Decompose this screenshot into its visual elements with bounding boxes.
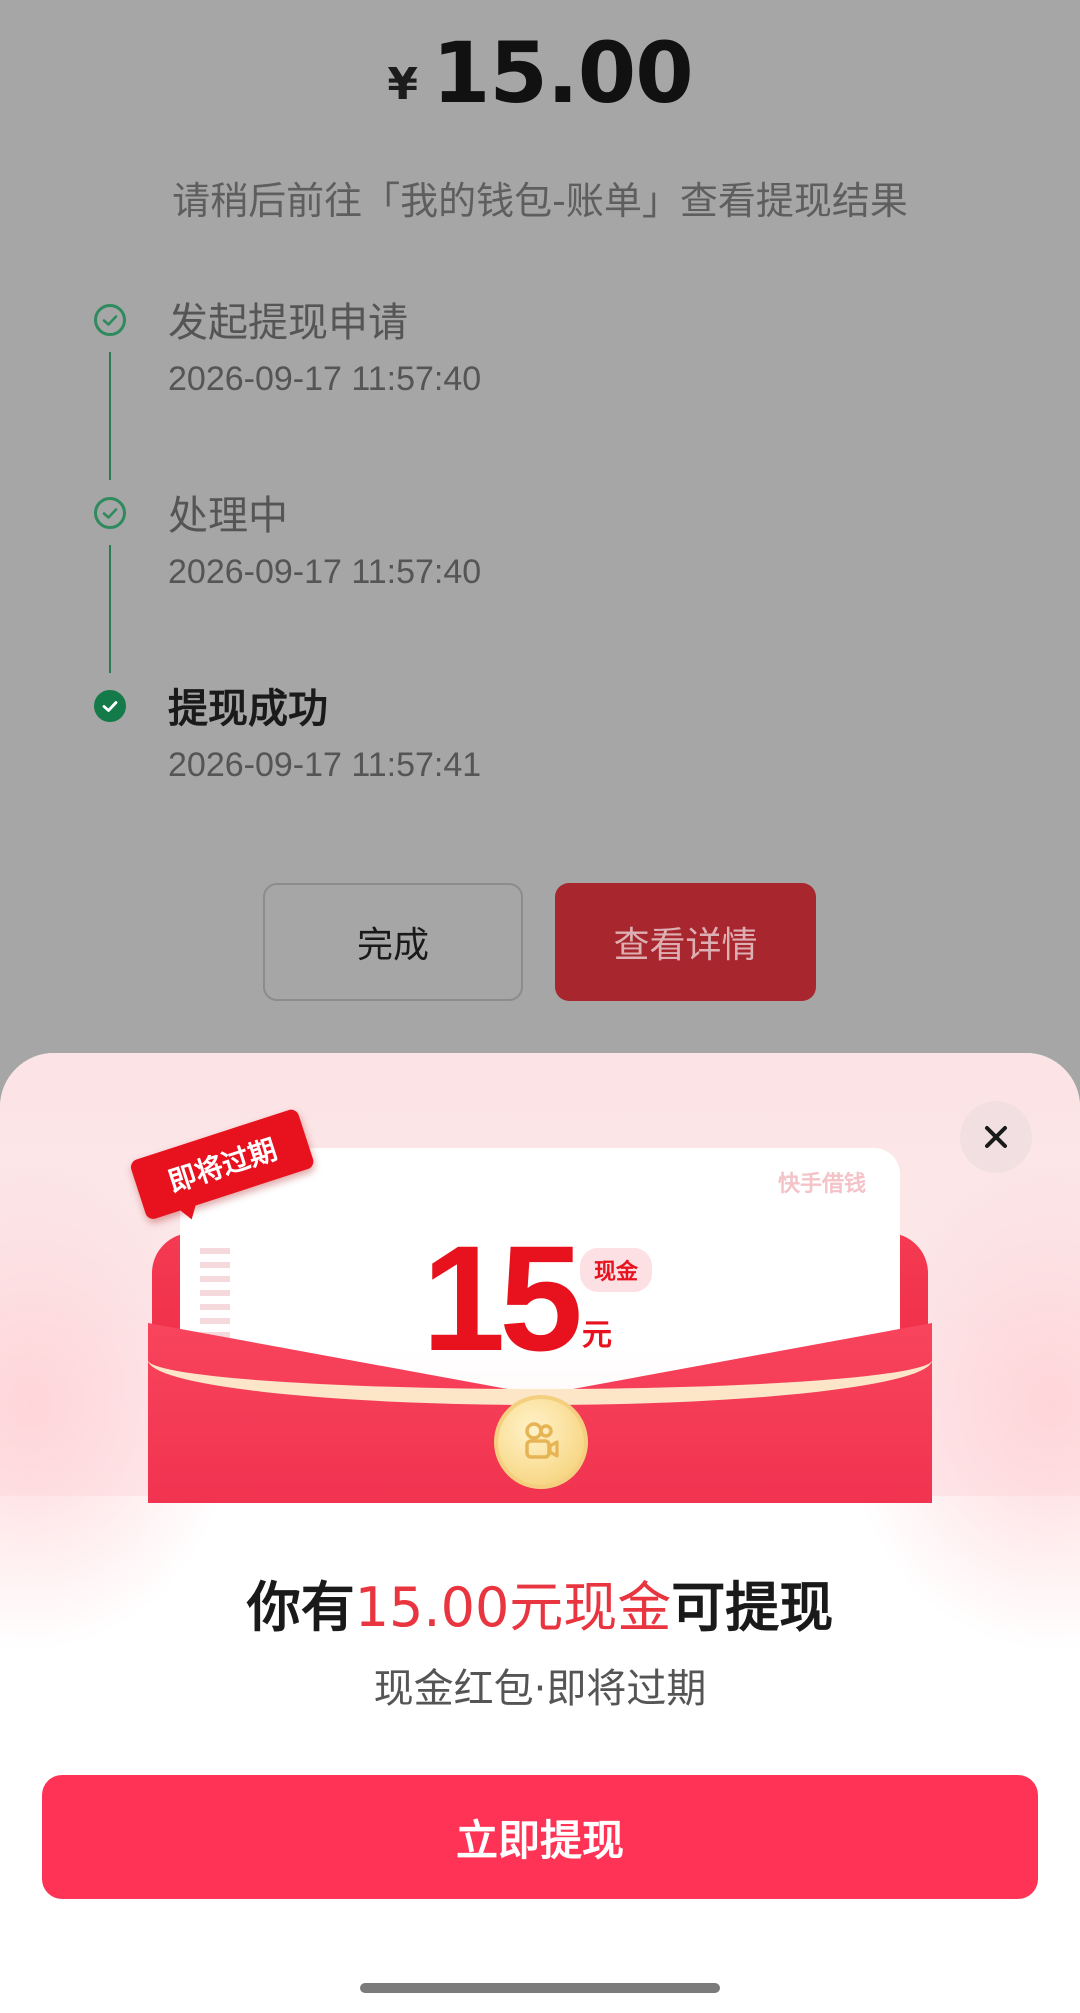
close-button[interactable] xyxy=(960,1101,1032,1173)
done-button[interactable]: 完成 xyxy=(263,883,523,1001)
withdraw-now-button[interactable]: 立即提现 xyxy=(42,1775,1038,1899)
timeline-step-submitted: 发起提现申请 2026-09-17 11:57:40 xyxy=(90,290,990,430)
home-indicator[interactable] xyxy=(360,1983,720,1993)
withdraw-amount: ¥ 15.00 xyxy=(0,28,1080,118)
step-title: 处理中 xyxy=(168,493,288,539)
brand-label: 快手借钱 xyxy=(777,1172,866,1197)
close-icon xyxy=(985,1126,1007,1148)
check-circle-icon xyxy=(94,497,126,529)
headline-prefix: 你有 xyxy=(246,1576,355,1639)
timeline-step-success: 提现成功 2026-09-17 11:57:41 xyxy=(90,676,990,816)
step-title: 发起提现申请 xyxy=(168,300,408,346)
step-time: 2026-09-17 11:57:40 xyxy=(168,553,482,591)
envelope-rim xyxy=(148,1315,932,1405)
timeline-step-processing: 处理中 2026-09-17 11:57:40 xyxy=(90,483,990,623)
check-circle-filled-icon xyxy=(94,690,126,722)
withdrawal-result-page: ¥ 15.00 请稍后前往「我的钱包-账单」查看提现结果 发起提现申请 2026… xyxy=(0,0,1080,1060)
action-buttons: 完成 查看详情 xyxy=(0,883,1080,1003)
step-time: 2026-09-17 11:57:41 xyxy=(168,746,482,784)
check-circle-icon xyxy=(94,304,126,336)
currency-symbol: ¥ xyxy=(387,59,418,110)
headline-suffix: 可提现 xyxy=(671,1576,834,1639)
kuaishou-camera-icon xyxy=(494,1395,588,1489)
red-packet-popup: 快手借钱 15 现金 元 即将过期 你有15.00元现金可提现 现金红包·即将过… xyxy=(0,1053,1080,2013)
step-time: 2026-09-17 11:57:40 xyxy=(168,360,482,398)
popup-subtitle: 现金红包·即将过期 xyxy=(373,1666,707,1712)
popup-banner: 快手借钱 15 现金 元 即将过期 xyxy=(0,1053,1080,1653)
step-title: 提现成功 xyxy=(168,686,328,732)
popup-headline: 你有15.00元现金可提现 xyxy=(0,1563,1080,1642)
view-details-button[interactable]: 查看详情 xyxy=(555,883,816,1001)
headline-highlight: 15.00元现金 xyxy=(354,1576,672,1639)
result-hint: 请稍后前往「我的钱包-账单」查看提现结果 xyxy=(172,179,908,223)
cash-tag: 现金 xyxy=(580,1248,653,1292)
amount-value: 15.00 xyxy=(431,24,694,122)
